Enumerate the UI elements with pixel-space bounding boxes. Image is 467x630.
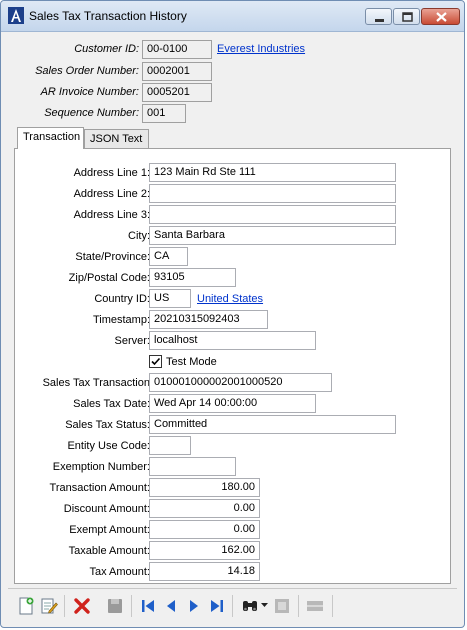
sales-order-label: Sales Order Number:	[35, 65, 139, 77]
toolbar-separator	[64, 595, 65, 617]
address2-label: Address Line 2:	[73, 188, 150, 200]
city-field[interactable]: Santa Barbara	[149, 226, 396, 245]
exemption-label: Exemption Number:	[52, 461, 150, 473]
toolbar-separator	[298, 595, 299, 617]
edit-icon[interactable]	[40, 597, 58, 615]
txn-amount-label: Transaction Amount:	[49, 482, 150, 494]
dropdown-icon[interactable]	[261, 603, 268, 609]
sales-tax-status-field[interactable]: Committed	[149, 415, 396, 434]
ar-invoice-field[interactable]: 0005201	[142, 83, 212, 102]
checkmark-icon	[151, 357, 161, 366]
exemption-field[interactable]	[149, 457, 236, 476]
title-bar: Sales Tax Transaction History	[1, 1, 464, 32]
toolbar-separator	[232, 595, 233, 617]
server-field[interactable]: localhost	[149, 331, 316, 350]
sales-tax-history-window: Sales Tax Transaction History Customer I…	[0, 0, 465, 628]
tax-amount-label: Tax Amount:	[89, 566, 150, 578]
country-id-field[interactable]: US	[149, 289, 191, 308]
address3-field[interactable]	[149, 205, 396, 224]
maximize-button[interactable]	[393, 8, 420, 25]
delete-icon[interactable]	[73, 597, 91, 615]
test-mode-checkbox[interactable]	[149, 355, 162, 368]
client-area: Customer ID: 00-0100 Everest Industries …	[8, 32, 457, 622]
last-record-icon[interactable]	[208, 597, 226, 615]
close-button[interactable]	[421, 8, 460, 25]
minimize-icon	[375, 19, 384, 22]
address1-label: Address Line 1:	[73, 167, 150, 179]
tab-json-text[interactable]: JSON Text	[84, 129, 149, 149]
ar-invoice-label: AR Invoice Number:	[40, 86, 139, 98]
maximize-icon	[402, 12, 413, 22]
exempt-amount-field[interactable]: 0.00	[149, 520, 260, 539]
toolbar-separator	[332, 595, 333, 617]
country-label: Country ID:	[94, 293, 150, 305]
save-icon	[108, 599, 122, 613]
state-label: State/Province:	[75, 251, 150, 263]
lookup-icon[interactable]	[241, 597, 259, 615]
window-title: Sales Tax Transaction History	[29, 9, 187, 23]
sales-tax-date-field[interactable]: Wed Apr 14 00:00:00	[149, 394, 316, 413]
state-field[interactable]: CA	[149, 247, 188, 266]
sales-tax-status-label: Sales Tax Status:	[65, 419, 150, 431]
taxable-amount-field[interactable]: 162.00	[149, 541, 260, 560]
next-record-icon[interactable]	[185, 597, 203, 615]
toolbar-separator	[131, 595, 132, 617]
minimize-button[interactable]	[365, 8, 392, 25]
address2-field[interactable]	[149, 184, 396, 203]
entity-use-field[interactable]	[149, 436, 191, 455]
exempt-amount-label: Exempt Amount:	[69, 524, 150, 536]
timestamp-field[interactable]: 20210315092403	[149, 310, 268, 329]
city-label: City:	[128, 230, 150, 242]
discount-amount-field[interactable]: 0.00	[149, 499, 260, 518]
timestamp-label: Timestamp:	[92, 314, 150, 326]
taxable-amount-label: Taxable Amount:	[68, 545, 150, 557]
previous-record-icon[interactable]	[162, 597, 180, 615]
customer-id-label: Customer ID:	[74, 43, 139, 55]
sales-order-field[interactable]: 0002001	[142, 62, 212, 81]
test-mode-label: Test Mode	[166, 356, 217, 368]
server-label: Server:	[114, 335, 150, 347]
customer-name-link[interactable]: Everest Industries	[217, 43, 305, 55]
discount-amount-label: Discount Amount:	[63, 503, 150, 515]
sales-tax-date-label: Sales Tax Date:	[73, 398, 150, 410]
app-logo-icon	[8, 7, 24, 24]
disabled-icon	[307, 601, 323, 611]
tab-transaction[interactable]: Transaction	[17, 127, 84, 149]
disabled-icon	[275, 599, 289, 613]
tax-amount-field[interactable]: 14.18	[149, 562, 260, 581]
txn-amount-field[interactable]: 180.00	[149, 478, 260, 497]
first-record-icon[interactable]	[139, 597, 157, 615]
sequence-label: Sequence Number:	[44, 107, 139, 119]
record-toolbar	[8, 588, 457, 623]
sales-tax-txn-label: Sales Tax Transaction	[42, 377, 150, 389]
sequence-field[interactable]: 001	[142, 104, 186, 123]
transaction-panel: Address Line 1: 123 Main Rd Ste 111 Addr…	[14, 148, 451, 584]
customer-id-field[interactable]: 00-0100	[142, 40, 212, 59]
new-icon[interactable]	[17, 597, 35, 615]
entity-use-label: Entity Use Code:	[67, 440, 150, 452]
zip-field[interactable]: 93105	[149, 268, 236, 287]
country-name-link[interactable]: United States	[197, 293, 263, 305]
sales-tax-txn-field[interactable]: 010001000002001000520	[149, 373, 332, 392]
close-icon	[436, 12, 447, 22]
address3-label: Address Line 3:	[73, 209, 150, 221]
zip-label: Zip/Postal Code:	[68, 272, 150, 284]
address1-field[interactable]: 123 Main Rd Ste 111	[149, 163, 396, 182]
